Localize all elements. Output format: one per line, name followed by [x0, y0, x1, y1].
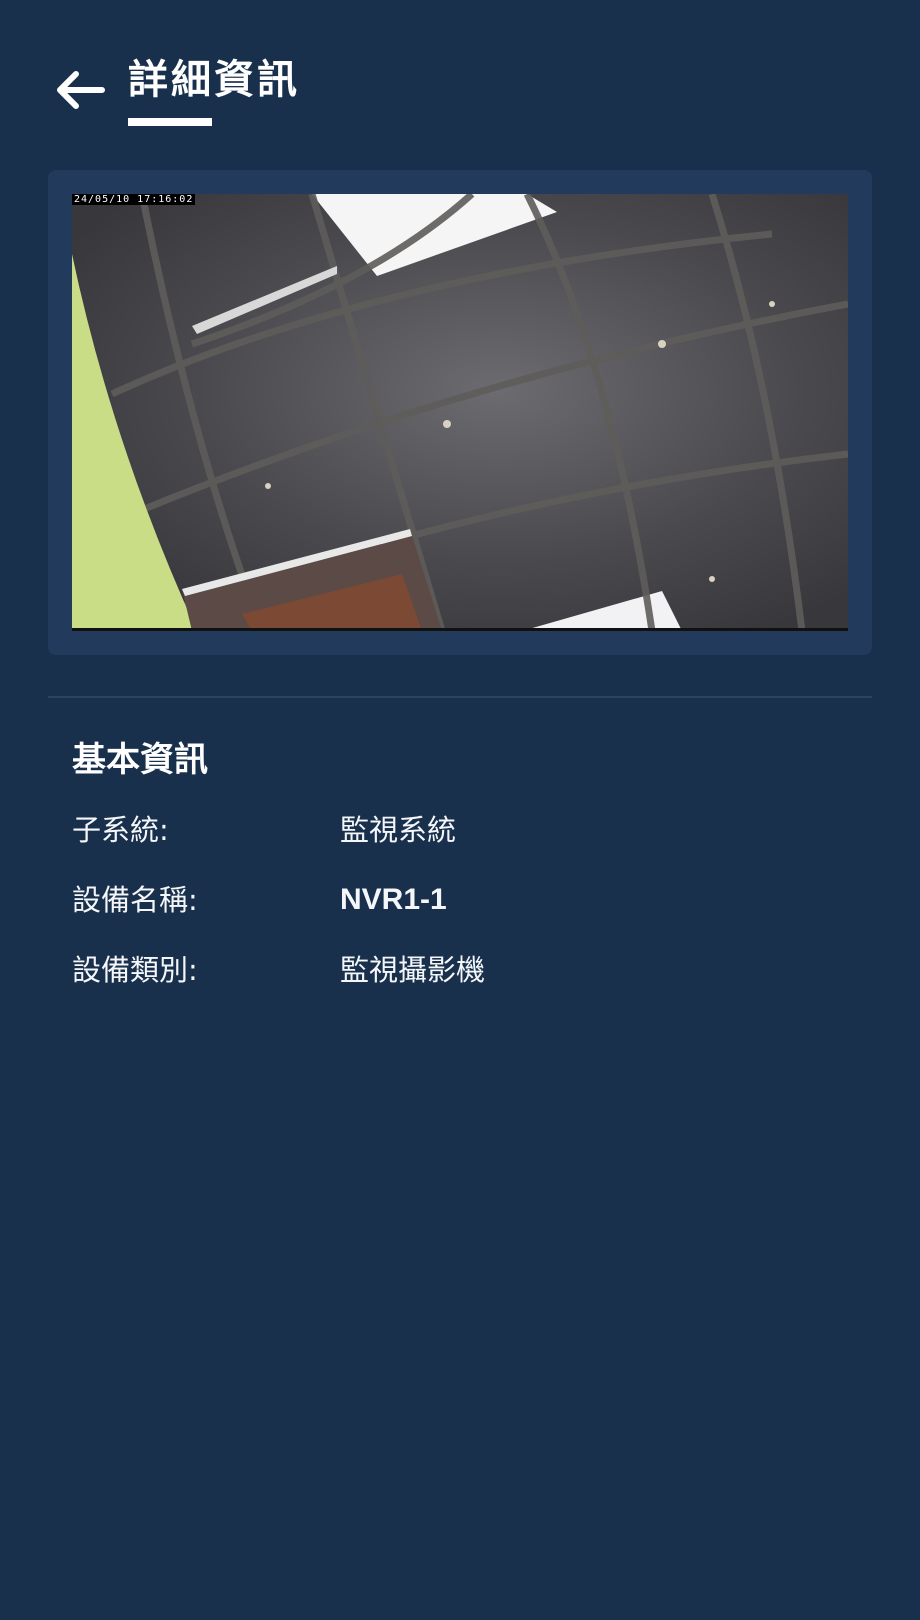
info-value: NVR1-1 — [340, 883, 447, 916]
info-value: 監視攝影機 — [340, 953, 486, 987]
camera-image — [72, 194, 848, 631]
divider — [48, 696, 872, 698]
info-value: 監視系統 — [340, 813, 457, 847]
info-label: 設備名稱: — [72, 883, 198, 917]
info-row-device-name: 設備名稱: NVR1-1 — [72, 878, 852, 922]
timestamp-overlay: 24/05/10 17:16:02 — [72, 194, 196, 205]
page-title: 詳細資訊 — [128, 57, 300, 103]
info-row-subsystem: 子系統: 監視系統 — [72, 808, 852, 852]
title-underline — [128, 118, 212, 126]
arrow-left-icon — [57, 71, 105, 109]
back-button[interactable] — [52, 68, 106, 112]
header: 詳細資訊 — [0, 0, 920, 140]
info-label: 設備類別: — [72, 953, 198, 987]
video-card: 24/05/10 17:16:02 — [48, 170, 872, 655]
info-row-device-category: 設備類別: 監視攝影機 — [72, 948, 852, 992]
section-title: 基本資訊 — [72, 740, 208, 780]
camera-snapshot[interactable]: 24/05/10 17:16:02 — [72, 194, 848, 631]
info-label: 子系統: — [72, 813, 169, 847]
